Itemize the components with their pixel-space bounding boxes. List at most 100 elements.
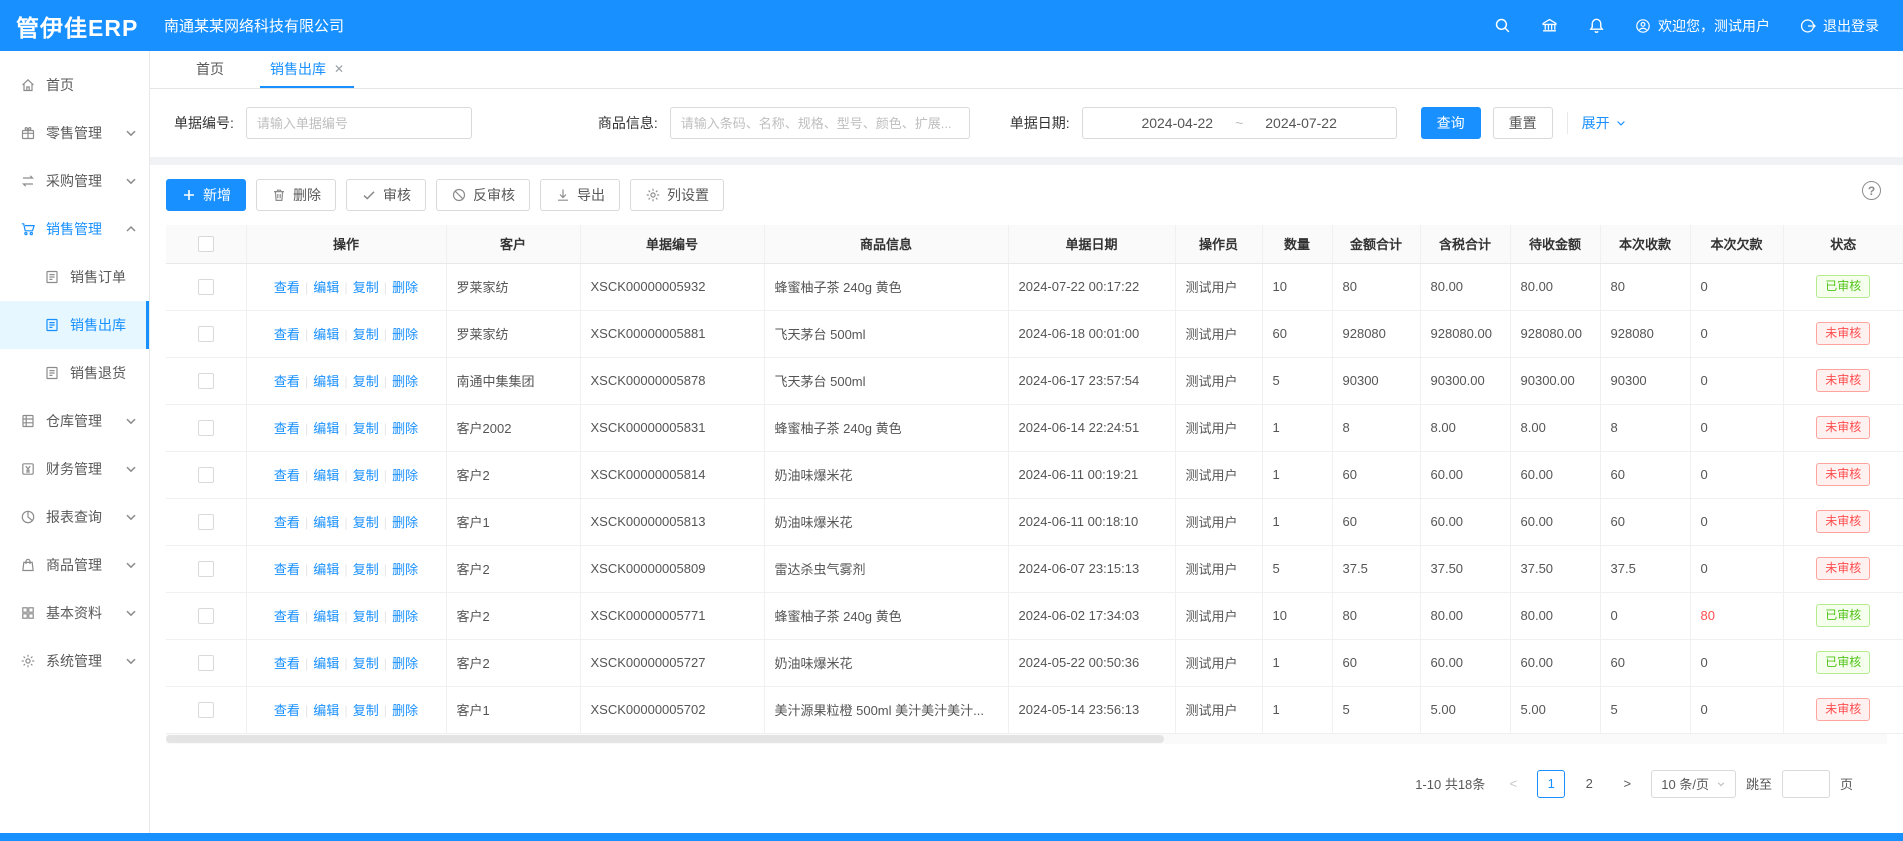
tab-sales-outbound[interactable]: 销售出库✕ (260, 51, 354, 88)
row-action-edit[interactable]: 编辑 (313, 562, 339, 577)
row-action-edit[interactable]: 编辑 (313, 421, 339, 436)
row-action-edit[interactable]: 编辑 (313, 280, 339, 295)
row-action-copy[interactable]: 复制 (353, 562, 379, 577)
row-action-view[interactable]: 查看 (274, 327, 300, 342)
order-no-input[interactable] (246, 107, 472, 139)
button-label: 审核 (383, 185, 411, 205)
sidebar-item-retail[interactable]: 零售管理 (0, 109, 149, 157)
row-action-delete[interactable]: 删除 (392, 515, 418, 530)
cell-receivable: 60.00 (1510, 498, 1600, 545)
search-button[interactable]: 查询 (1421, 107, 1481, 139)
sidebar-item-purchase[interactable]: 采购管理 (0, 157, 149, 205)
sidebar-item-home[interactable]: 首页 (0, 61, 149, 109)
row-checkbox[interactable] (198, 326, 214, 342)
row-action-delete[interactable]: 删除 (392, 280, 418, 295)
close-icon[interactable]: ✕ (334, 62, 344, 76)
row-action-copy[interactable]: 复制 (353, 421, 379, 436)
row-action-edit[interactable]: 编辑 (313, 703, 339, 718)
row-action-copy[interactable]: 复制 (353, 515, 379, 530)
sidebar-item-sales-outbound[interactable]: 销售出库 (0, 301, 149, 349)
row-action-delete[interactable]: 删除 (392, 374, 418, 389)
help-icon[interactable]: ? (1862, 181, 1881, 200)
row-action-delete[interactable]: 删除 (392, 656, 418, 671)
row-checkbox[interactable] (198, 655, 214, 671)
row-action-edit[interactable]: 编辑 (313, 468, 339, 483)
sidebar-item-product[interactable]: 商品管理 (0, 541, 149, 589)
row-action-view[interactable]: 查看 (274, 468, 300, 483)
expand-link[interactable]: 展开 (1582, 113, 1627, 133)
row-action-copy[interactable]: 复制 (353, 703, 379, 718)
export-button[interactable]: 导出 (540, 179, 620, 211)
row-action-copy[interactable]: 复制 (353, 609, 379, 624)
prev-page-button[interactable]: < (1499, 770, 1527, 798)
row-checkbox[interactable] (198, 420, 214, 436)
scrollbar-thumb[interactable] (166, 735, 1164, 743)
select-all-checkbox[interactable] (198, 236, 214, 252)
page-1-button[interactable]: 1 (1537, 770, 1565, 798)
date-start[interactable]: 2024-04-22 (1141, 115, 1213, 131)
row-action-copy[interactable]: 复制 (353, 327, 379, 342)
status-badge: 未审核 (1816, 369, 1870, 391)
row-action-copy[interactable]: 复制 (353, 374, 379, 389)
add-button[interactable]: 新增 (166, 179, 246, 211)
row-action-view[interactable]: 查看 (274, 515, 300, 530)
row-action-view[interactable]: 查看 (274, 280, 300, 295)
cell-status: 已审核 (1783, 639, 1903, 686)
row-checkbox[interactable] (198, 702, 214, 718)
sidebar-item-report[interactable]: 报表查询 (0, 493, 149, 541)
row-checkbox[interactable] (198, 467, 214, 483)
row-action-delete[interactable]: 删除 (392, 421, 418, 436)
sidebar-item-sales-order[interactable]: 销售订单 (0, 253, 149, 301)
row-action-view[interactable]: 查看 (274, 562, 300, 577)
sidebar-item-finance[interactable]: 财务管理 (0, 445, 149, 493)
audit-button[interactable]: 审核 (346, 179, 426, 211)
row-action-view[interactable]: 查看 (274, 374, 300, 389)
reset-button[interactable]: 重置 (1493, 107, 1553, 139)
next-page-button[interactable]: > (1613, 770, 1641, 798)
sidebar-item-sales[interactable]: 销售管理 (0, 205, 149, 253)
row-action-edit[interactable]: 编辑 (313, 515, 339, 530)
row-action-view[interactable]: 查看 (274, 703, 300, 718)
row-action-delete[interactable]: 删除 (392, 468, 418, 483)
sidebar-item-sales-return[interactable]: 销售退货 (0, 349, 149, 397)
row-checkbox[interactable] (198, 561, 214, 577)
row-checkbox[interactable] (198, 608, 214, 624)
search-icon[interactable] (1494, 17, 1511, 34)
row-action-edit[interactable]: 编辑 (313, 656, 339, 671)
cell-qty: 1 (1262, 639, 1332, 686)
row-checkbox[interactable] (198, 514, 214, 530)
row-checkbox[interactable] (198, 373, 214, 389)
date-range-picker[interactable]: 2024-04-22 ~ 2024-07-22 (1082, 107, 1397, 139)
bell-icon[interactable] (1588, 17, 1605, 34)
date-end[interactable]: 2024-07-22 (1265, 115, 1337, 131)
row-action-copy[interactable]: 复制 (353, 468, 379, 483)
unaudit-button[interactable]: 反审核 (436, 179, 530, 211)
bank-icon[interactable] (1541, 17, 1558, 34)
sidebar-item-system[interactable]: 系统管理 (0, 637, 149, 685)
row-action-delete[interactable]: 删除 (392, 327, 418, 342)
sidebar-item-warehouse[interactable]: 仓库管理 (0, 397, 149, 445)
table-horizontal-scrollbar[interactable] (166, 734, 1887, 744)
columns-button[interactable]: 列设置 (630, 179, 724, 211)
row-action-view[interactable]: 查看 (274, 609, 300, 624)
row-action-view[interactable]: 查看 (274, 421, 300, 436)
page-2-button[interactable]: 2 (1575, 770, 1603, 798)
tab-home[interactable]: 首页 (186, 51, 234, 88)
row-action-copy[interactable]: 复制 (353, 280, 379, 295)
row-action-delete[interactable]: 删除 (392, 562, 418, 577)
row-checkbox[interactable] (198, 279, 214, 295)
user-welcome[interactable]: 欢迎您，测试用户 (1635, 16, 1770, 36)
delete-button[interactable]: 删除 (256, 179, 336, 211)
row-action-delete[interactable]: 删除 (392, 609, 418, 624)
row-action-edit[interactable]: 编辑 (313, 609, 339, 624)
jump-page-input[interactable] (1782, 770, 1830, 798)
row-action-edit[interactable]: 编辑 (313, 374, 339, 389)
row-action-edit[interactable]: 编辑 (313, 327, 339, 342)
sidebar-item-basic[interactable]: 基本资料 (0, 589, 149, 637)
product-info-input[interactable] (670, 107, 970, 139)
logout-button[interactable]: 退出登录 (1800, 16, 1879, 36)
row-action-view[interactable]: 查看 (274, 656, 300, 671)
page-size-select[interactable]: 10 条/页 (1651, 770, 1736, 798)
row-action-copy[interactable]: 复制 (353, 656, 379, 671)
row-action-delete[interactable]: 删除 (392, 703, 418, 718)
